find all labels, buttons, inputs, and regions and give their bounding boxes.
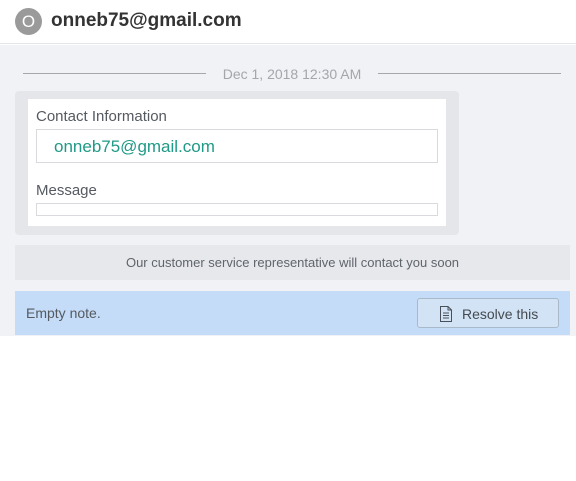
contact-title: onneb75@gmail.com xyxy=(51,10,242,31)
resolve-button[interactable]: Resolve this xyxy=(417,298,559,328)
conversation-panel: Dec 1, 2018 12:30 AM Contact Information… xyxy=(0,45,576,336)
contact-email-value: onneb75@gmail.com xyxy=(54,137,215,156)
avatar[interactable]: O xyxy=(15,8,42,35)
message-timestamp: Dec 1, 2018 12:30 AM xyxy=(222,66,362,82)
contact-info-label: Contact Information xyxy=(36,108,167,125)
conversation-header: O onneb75@gmail.com xyxy=(0,0,576,44)
note-bar: Empty note. Resolve this xyxy=(15,291,570,335)
system-notice: Our customer service representative will… xyxy=(15,245,570,280)
timestamp-divider: Dec 1, 2018 12:30 AM xyxy=(23,64,561,84)
contact-form: Contact Information onneb75@gmail.com Me… xyxy=(28,99,446,226)
message-label: Message xyxy=(36,182,97,199)
contact-info-field: onneb75@gmail.com xyxy=(36,129,438,163)
document-icon xyxy=(440,306,452,322)
note-text[interactable]: Empty note. xyxy=(26,304,101,322)
divider-line-right xyxy=(378,73,561,74)
contact-form-bubble: Contact Information onneb75@gmail.com Me… xyxy=(15,91,459,235)
message-field xyxy=(36,203,438,216)
resolve-button-label: Resolve this xyxy=(462,306,539,322)
